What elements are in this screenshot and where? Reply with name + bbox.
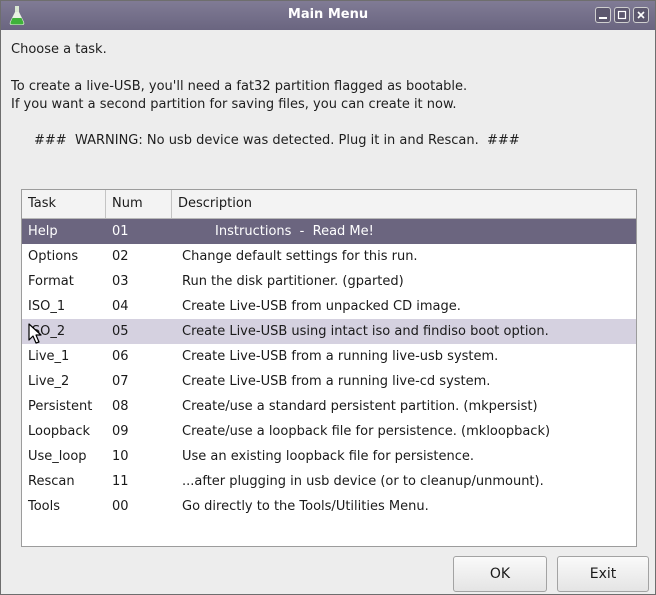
cell-description: Create Live-USB from unpacked CD image.: [182, 299, 461, 314]
cell-task: Persistent: [28, 399, 93, 414]
cell-task: Live_1: [28, 349, 70, 364]
ok-button[interactable]: OK: [453, 556, 547, 592]
table-row[interactable]: Format 03 Run the disk partitioner. (gpart…: [22, 269, 636, 294]
cell-num: 06: [112, 349, 129, 364]
cell-description: Change default settings for this run.: [182, 249, 418, 264]
column-header-description[interactable]: Description: [172, 190, 636, 218]
cell-task: Loopback: [28, 424, 91, 439]
cell-num: 03: [112, 274, 129, 289]
intro-line-1: To create a live-USB, you'll need a fat3…: [11, 79, 468, 94]
table-row[interactable]: ISO_2 05 Create Live-USB using intact iso …: [22, 319, 636, 344]
cell-num: 01: [112, 224, 129, 239]
cell-num: 11: [112, 474, 129, 489]
exit-button[interactable]: Exit: [557, 556, 649, 592]
column-header-task[interactable]: Task: [22, 190, 106, 218]
cell-task: Live_2: [28, 374, 70, 389]
minimize-icon: [599, 17, 607, 19]
table-row[interactable]: Tools 00 Go directly to the Tools/Utilitie…: [22, 494, 636, 519]
close-icon: [637, 11, 645, 19]
table-row[interactable]: Options 02 Change default settings for thi…: [22, 244, 636, 269]
table-row[interactable]: Loopback 09 Create/use a loopback file for…: [22, 419, 636, 444]
cell-description: ...after plugging in usb device (or to c…: [182, 474, 544, 489]
maximize-icon: [617, 10, 627, 20]
cell-description: Run the disk partitioner. (gparted): [182, 274, 404, 289]
cell-description: Create/use a loopback file for persisten…: [182, 424, 551, 439]
cell-description: Create Live-USB from a running live-usb …: [182, 349, 499, 364]
table-row[interactable]: Use_loop 10 Use an existing loopback file …: [22, 444, 636, 469]
table-row[interactable]: Rescan 11 ...after plugging in usb device …: [22, 469, 636, 494]
cell-task: ISO_1: [28, 299, 66, 314]
table-row[interactable]: Persistent 08 Create/use a standard persis…: [22, 394, 636, 419]
cell-description: Create/use a standard persistent partiti…: [182, 399, 538, 414]
cell-task: Format: [28, 274, 74, 289]
choose-task-prompt: Choose a task.: [11, 42, 107, 57]
cell-num: 07: [112, 374, 129, 389]
table-header: Task Num Description: [22, 190, 636, 219]
cell-description: Create Live-USB using intact iso and fin…: [182, 324, 549, 339]
cell-task: Help: [28, 224, 58, 239]
close-button[interactable]: [633, 7, 649, 23]
task-table[interactable]: Task Num Description Help 01 Instructions…: [21, 189, 637, 547]
cell-num: 09: [112, 424, 129, 439]
cell-num: 10: [112, 449, 129, 464]
table-row[interactable]: Live_2 07 Create Live-USB from a running l…: [22, 369, 636, 394]
window-title: Main Menu: [287, 7, 369, 22]
cell-num: 05: [112, 324, 129, 339]
cell-num: 04: [112, 299, 129, 314]
cell-num: 08: [112, 399, 129, 414]
cell-description: Create Live-USB from a running live-cd s…: [182, 374, 491, 389]
intro-line-2: If you want a second partition for savin…: [11, 97, 457, 112]
cell-description: Go directly to the Tools/Utilities Menu.: [182, 499, 429, 514]
minimize-button[interactable]: [595, 7, 611, 23]
maximize-button[interactable]: [614, 7, 630, 23]
cell-task: Tools: [28, 499, 61, 514]
main-menu-window: Main Menu Choose a task. To create a liv…: [0, 0, 656, 595]
cell-task: Rescan: [28, 474, 75, 489]
cell-description: Use an existing loopback file for persis…: [182, 449, 475, 464]
warning-message: ### WARNING: No usb device was detected.…: [34, 133, 520, 148]
cell-task: Options: [28, 249, 79, 264]
cell-num: 00: [112, 499, 129, 514]
table-row[interactable]: Help 01 Instructions - Read Me!: [22, 219, 636, 244]
table-row[interactable]: Live_1 06 Create Live-USB from a running l…: [22, 344, 636, 369]
table-row[interactable]: ISO_1 04 Create Live-USB from unpacked CD …: [22, 294, 636, 319]
mouse-cursor-icon: [28, 323, 42, 344]
cell-num: 02: [112, 249, 129, 264]
cell-description: Instructions - Read Me!: [182, 224, 374, 239]
title-bar[interactable]: Main Menu: [1, 1, 655, 30]
cell-task: Use_loop: [28, 449, 87, 464]
column-header-num[interactable]: Num: [106, 190, 172, 218]
